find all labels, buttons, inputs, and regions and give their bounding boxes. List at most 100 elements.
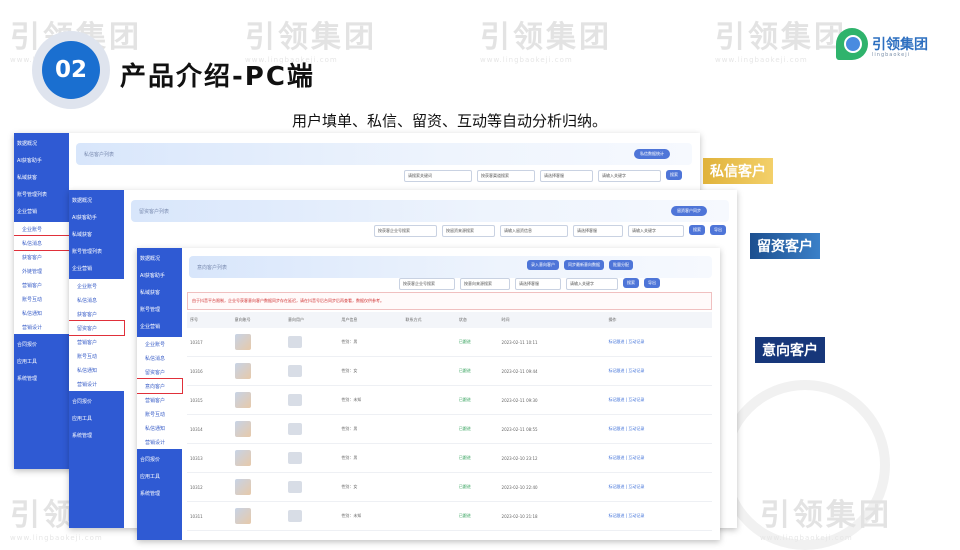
sidebar-item[interactable]: 私域获客: [17, 171, 66, 184]
sidebar-subitem[interactable]: 私信通知: [137, 421, 182, 435]
sidebar-subitem-retained[interactable]: 留资客户: [69, 320, 125, 336]
sidebar-subitem[interactable]: 企业账号: [69, 279, 124, 293]
sidebar-subitem[interactable]: 营销设计: [137, 435, 182, 449]
channel-select[interactable]: 按获客渠道搜索: [477, 170, 535, 182]
sidebar-subitem[interactable]: 私信消息: [137, 351, 182, 365]
sidebar-item[interactable]: AI获客助手: [72, 211, 121, 224]
sidebar-item[interactable]: 应用工具: [140, 470, 179, 483]
sidebar-item[interactable]: 数据概况: [140, 252, 179, 265]
sidebar-item[interactable]: 私域获客: [140, 286, 179, 299]
sidebar-item[interactable]: 系统管理: [17, 372, 66, 385]
sidebar-item[interactable]: 企业营销: [72, 262, 121, 275]
thumbnail-image: [234, 420, 251, 437]
search-button[interactable]: 搜索: [623, 278, 639, 288]
row-status: 已跟进: [455, 501, 499, 531]
sidebar-item[interactable]: 系统管理: [72, 429, 121, 442]
sidebar-item[interactable]: AI获客助手: [140, 269, 179, 282]
table-row[interactable]: 10311 性别：未知 已跟进 2023-02-10 21:18 标记跟进 | …: [187, 501, 712, 531]
source-select[interactable]: 按意向来源搜索: [460, 278, 510, 290]
row-actions[interactable]: 标记跟进 | 互动记录: [605, 472, 712, 502]
sidebar-subitem-intent[interactable]: 意向客户: [137, 378, 183, 394]
sidebar-subitem[interactable]: 营销设计: [69, 377, 124, 391]
row-actions[interactable]: 标记跟进 | 互动记录: [605, 328, 712, 357]
avatar: [288, 451, 303, 464]
sidebar-subitem[interactable]: 营销客户: [137, 393, 182, 407]
row-actions[interactable]: 标记跟进 | 互动记录: [605, 385, 712, 415]
sidebar-item[interactable]: 合同报价: [17, 338, 66, 351]
sidebar-subitem[interactable]: 账号互动: [69, 349, 124, 363]
sidebar-subitem[interactable]: 营销客户: [14, 278, 69, 292]
sidebar-subitem[interactable]: 企业账号: [137, 337, 182, 351]
sidebar-item[interactable]: 数据概况: [72, 194, 121, 207]
sidebar-subitem[interactable]: 私信消息: [69, 293, 124, 307]
sidebar-subitem[interactable]: 私信通知: [14, 306, 69, 320]
account-thumb: [231, 414, 286, 444]
sync-button[interactable]: 留资客户同步: [671, 206, 707, 216]
page-title: 产品介绍-PC端: [120, 62, 315, 92]
sidebar-subitem[interactable]: 营销设计: [14, 320, 69, 334]
sidebar-item[interactable]: 企业营销: [140, 320, 179, 333]
avatar: [288, 364, 303, 377]
avatar: [288, 509, 303, 522]
sidebar-subitem[interactable]: 账号互动: [137, 407, 182, 421]
sidebar-item[interactable]: AI获客助手: [17, 154, 66, 167]
avatar: [288, 335, 303, 348]
sidebar-item[interactable]: 数据概况: [17, 137, 66, 150]
row-time: 2023-02-11 09:44: [498, 356, 606, 386]
batch-assign-button[interactable]: 批量分配: [609, 260, 633, 270]
sidebar-item[interactable]: 应用工具: [17, 355, 66, 368]
agent-select[interactable]: 请选择客服: [540, 170, 593, 182]
sidebar-item[interactable]: 企业营销: [17, 205, 66, 218]
search-button[interactable]: 搜索: [666, 170, 682, 180]
search-button[interactable]: 搜索: [689, 225, 705, 235]
account-thumb: [231, 328, 286, 357]
sidebar-item[interactable]: 账号管理: [140, 303, 179, 316]
table-row[interactable]: 10316 性别：女 已跟进 2023-02-11 09:44 标记跟进 | 互…: [187, 356, 712, 386]
sidebar-item[interactable]: 账号管理列表: [17, 188, 66, 201]
export-button[interactable]: 导出: [644, 278, 660, 288]
col-id: 序号: [187, 312, 232, 328]
source-select[interactable]: 按留资来源搜索: [442, 225, 495, 237]
keyword-input[interactable]: 请输入关键字: [566, 278, 618, 290]
sidebar-subitem[interactable]: 获客客户: [14, 250, 69, 264]
row-id: 10311: [187, 501, 232, 531]
agent-select[interactable]: 请选择客服: [573, 225, 623, 237]
sidebar-subitem[interactable]: 私信通知: [69, 363, 124, 377]
keyword-input[interactable]: 请输入关键字: [628, 225, 684, 237]
thumbnail-image: [234, 333, 251, 350]
sidebar-item[interactable]: 应用工具: [72, 412, 121, 425]
sync-intent-button[interactable]: 同步最新意向数据: [564, 260, 604, 270]
sidebar-subitem[interactable]: 营销客户: [69, 335, 124, 349]
sidebar-item[interactable]: 私域获客: [72, 228, 121, 241]
row-actions[interactable]: 标记跟进 | 互动记录: [605, 356, 712, 386]
sidebar-subitem[interactable]: 企业账号: [14, 222, 69, 236]
account-select[interactable]: 按获客企业号搜索: [399, 278, 455, 290]
export-button[interactable]: 导出: [710, 225, 726, 235]
sidebar-item[interactable]: 合同报价: [140, 453, 179, 466]
avatar: [288, 393, 303, 406]
table-row[interactable]: 10312 性别：女 已跟进 2023-02-10 22:40 标记跟进 | 互…: [187, 472, 712, 502]
sidebar-subitem[interactable]: 留资客户: [137, 365, 182, 379]
row-actions[interactable]: 标记跟进 | 互动记录: [605, 501, 712, 531]
table-row[interactable]: 10317 性别：男 已跟进 2023-02-11 10:11 标记跟进 | 互…: [187, 328, 712, 357]
account-select[interactable]: 按获客企业号搜索: [374, 225, 437, 237]
sidebar-item[interactable]: 合同报价: [72, 395, 121, 408]
row-actions[interactable]: 标记跟进 | 互动记录: [605, 443, 712, 473]
sidebar-subitem[interactable]: 外链管理: [14, 264, 69, 278]
table-row[interactable]: 10313 性别：男 已跟进 2023-02-10 23:12 标记跟进 | 互…: [187, 443, 712, 473]
sidebar-subitem-private[interactable]: 私信消息: [14, 235, 70, 251]
sidebar-subitem[interactable]: 获客客户: [69, 307, 124, 321]
row-actions[interactable]: 标记跟进 | 互动记录: [605, 414, 712, 444]
col-user: 意向用户: [285, 312, 339, 328]
table-row[interactable]: 10314 性别：男 已跟进 2023-02-11 08:55 标记跟进 | 互…: [187, 414, 712, 444]
sidebar-subitem[interactable]: 账号互动: [14, 292, 69, 306]
sidebar-item[interactable]: 账号管理列表: [72, 245, 121, 258]
keyword-input[interactable]: 请输入关键字: [598, 170, 661, 182]
agent-select[interactable]: 请选择客服: [515, 278, 561, 290]
sidebar-item[interactable]: 系统管理: [140, 487, 179, 500]
search-input[interactable]: 请搜索关键词: [404, 170, 472, 182]
add-intent-button[interactable]: 录入意向客户: [527, 260, 559, 270]
table-row[interactable]: 10315 性别：未知 已跟进 2023-02-11 09:30 标记跟进 | …: [187, 385, 712, 415]
info-input[interactable]: 请输入留资信息: [500, 225, 568, 237]
stats-button[interactable]: 私信数据统计: [634, 149, 670, 159]
